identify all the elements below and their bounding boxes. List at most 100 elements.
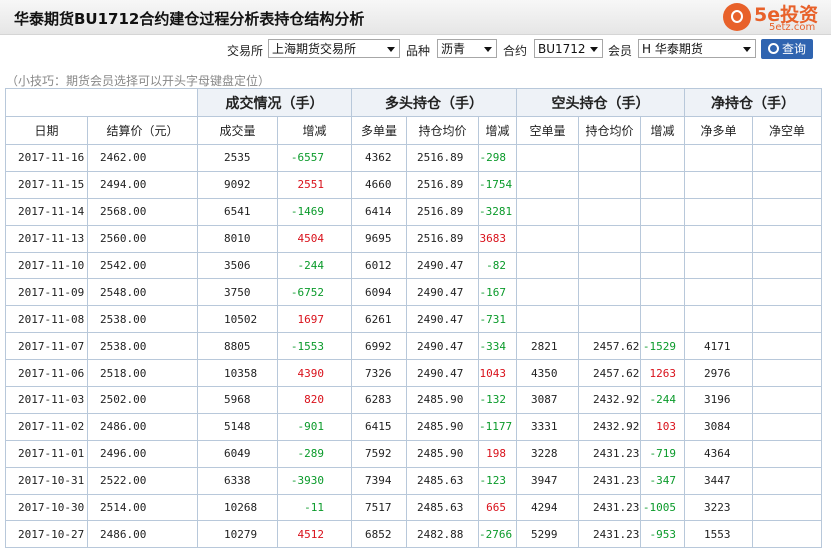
table-cell <box>752 386 822 414</box>
table-cell: 6338 <box>197 466 278 495</box>
col-volume-change: 增减 <box>277 116 352 145</box>
table-cell <box>752 251 822 280</box>
table-cell: 2551 <box>277 170 352 199</box>
table-cell <box>752 359 822 388</box>
chevron-down-icon <box>387 47 395 52</box>
table-cell: -82 <box>478 251 517 280</box>
table-cell: 8010 <box>197 224 278 253</box>
table-cell: 2017-11-10 <box>5 251 88 280</box>
table-cell: 2017-11-06 <box>5 359 88 388</box>
table-cell: 2485.90 <box>406 439 479 468</box>
table-cell <box>752 144 822 172</box>
table-cell: -244 <box>277 251 352 280</box>
table-cell: -1469 <box>277 197 352 226</box>
table-cell: 2485.90 <box>406 412 479 441</box>
query-button[interactable]: 查询 <box>761 39 813 59</box>
col-volume: 成交量 <box>197 116 278 145</box>
table-cell <box>640 224 685 253</box>
table-cell: 2535 <box>197 144 278 172</box>
table-cell: -719 <box>640 439 685 468</box>
table-cell <box>640 278 685 307</box>
variety-select[interactable]: 沥青 <box>437 39 497 58</box>
table-cell: -298 <box>478 144 517 172</box>
table-cell: 7592 <box>351 439 407 468</box>
table-cell: 2568.00 <box>87 197 198 226</box>
table-cell: 6261 <box>351 305 407 334</box>
member-label: 会员 <box>608 44 633 58</box>
table-cell: 6094 <box>351 278 407 307</box>
table-cell: 2017-10-30 <box>5 493 88 522</box>
table-row: 2017-11-16 2462.00 2535 -6557 4362 2516.89 -29… <box>5 144 822 172</box>
table-cell: 3947 <box>516 466 579 495</box>
table-cell: 3447 <box>684 466 753 495</box>
table-cell: 2486.00 <box>87 412 198 441</box>
col-long-change: 增减 <box>478 116 517 145</box>
col-short-change: 增减 <box>640 116 685 145</box>
table-cell: 2482.88 <box>406 520 479 549</box>
table-cell: 10268 <box>197 493 278 522</box>
member-select[interactable]: H 华泰期货 <box>638 39 756 58</box>
table-cell: 7394 <box>351 466 407 495</box>
table-cell: 6415 <box>351 412 407 441</box>
table-cell: -6557 <box>277 144 352 172</box>
chevron-down-icon <box>743 47 751 52</box>
site-logo[interactable]: 5e投资 5etz.com <box>723 2 827 33</box>
table-cell: 2490.47 <box>406 251 479 280</box>
table-row: 2017-11-06 2518.00 10358 4390 7326 2490.47 104… <box>5 359 822 388</box>
table-cell <box>752 493 822 522</box>
group-header-long: 多头持仓（手） <box>351 88 517 117</box>
exchange-select[interactable]: 上海期货交易所 <box>268 39 400 58</box>
table-cell: 2431.23 <box>578 466 641 495</box>
table-cell: 2502.00 <box>87 386 198 414</box>
table-row: 2017-11-03 2502.00 5968 820 6283 2485.90 -132 3… <box>5 386 822 414</box>
table-cell <box>752 332 822 361</box>
table-cell: 2516.89 <box>406 197 479 226</box>
table-cell: 2431.23 <box>578 493 641 522</box>
table-cell: 3087 <box>516 386 579 414</box>
table-cell: 3228 <box>516 439 579 468</box>
table-cell: 2017-11-01 <box>5 439 88 468</box>
logo-url: 5etz.com <box>769 22 816 33</box>
table-cell <box>516 144 579 172</box>
contract-value: BU1712 <box>538 42 586 56</box>
table-cell: -953 <box>640 520 685 549</box>
contract-label: 合约 <box>503 44 528 58</box>
table-cell: 2457.62 <box>578 359 641 388</box>
table-cell: -1005 <box>640 493 685 522</box>
table-cell: 7326 <box>351 359 407 388</box>
table-cell: -11 <box>277 493 352 522</box>
contract-select[interactable]: BU1712 <box>534 39 603 58</box>
table-row: 2017-11-07 2538.00 8805 -1553 6992 2490.47 -33… <box>5 332 822 361</box>
table-cell: -123 <box>478 466 517 495</box>
table-cell: 2538.00 <box>87 332 198 361</box>
table-cell: 3750 <box>197 278 278 307</box>
col-long-qty: 多单量 <box>351 116 407 145</box>
position-table: 成交情况（手） 多头持仓（手） 空头持仓（手） 净持仓（手） 日期 结算价（元）… <box>5 88 822 549</box>
table-cell: 2431.23 <box>578 439 641 468</box>
table-cell <box>684 305 753 334</box>
table-cell <box>578 251 641 280</box>
table-cell: 6283 <box>351 386 407 414</box>
table-cell: 2485.90 <box>406 386 479 414</box>
table-cell: -731 <box>478 305 517 334</box>
table-cell: 3331 <box>516 412 579 441</box>
table-cell: 4350 <box>516 359 579 388</box>
table-cell: 665 <box>478 493 517 522</box>
col-long-avg: 持仓均价 <box>406 116 479 145</box>
table-cell <box>578 224 641 253</box>
table-cell: 3506 <box>197 251 278 280</box>
table-cell: 6852 <box>351 520 407 549</box>
exchange-label: 交易所 <box>227 44 264 58</box>
table-cell <box>684 144 753 172</box>
table-cell: 4362 <box>351 144 407 172</box>
table-cell <box>516 251 579 280</box>
table-cell <box>752 224 822 253</box>
table-cell <box>752 466 822 495</box>
group-header-net: 净持仓（手） <box>684 88 822 117</box>
table-cell: 1043 <box>478 359 517 388</box>
table-cell <box>752 170 822 199</box>
table-cell <box>640 251 685 280</box>
exchange-value: 上海期货交易所 <box>272 42 357 56</box>
table-cell: 4660 <box>351 170 407 199</box>
table-row: 2017-11-13 2560.00 8010 4504 9695 2516.89 3683 <box>5 224 822 253</box>
